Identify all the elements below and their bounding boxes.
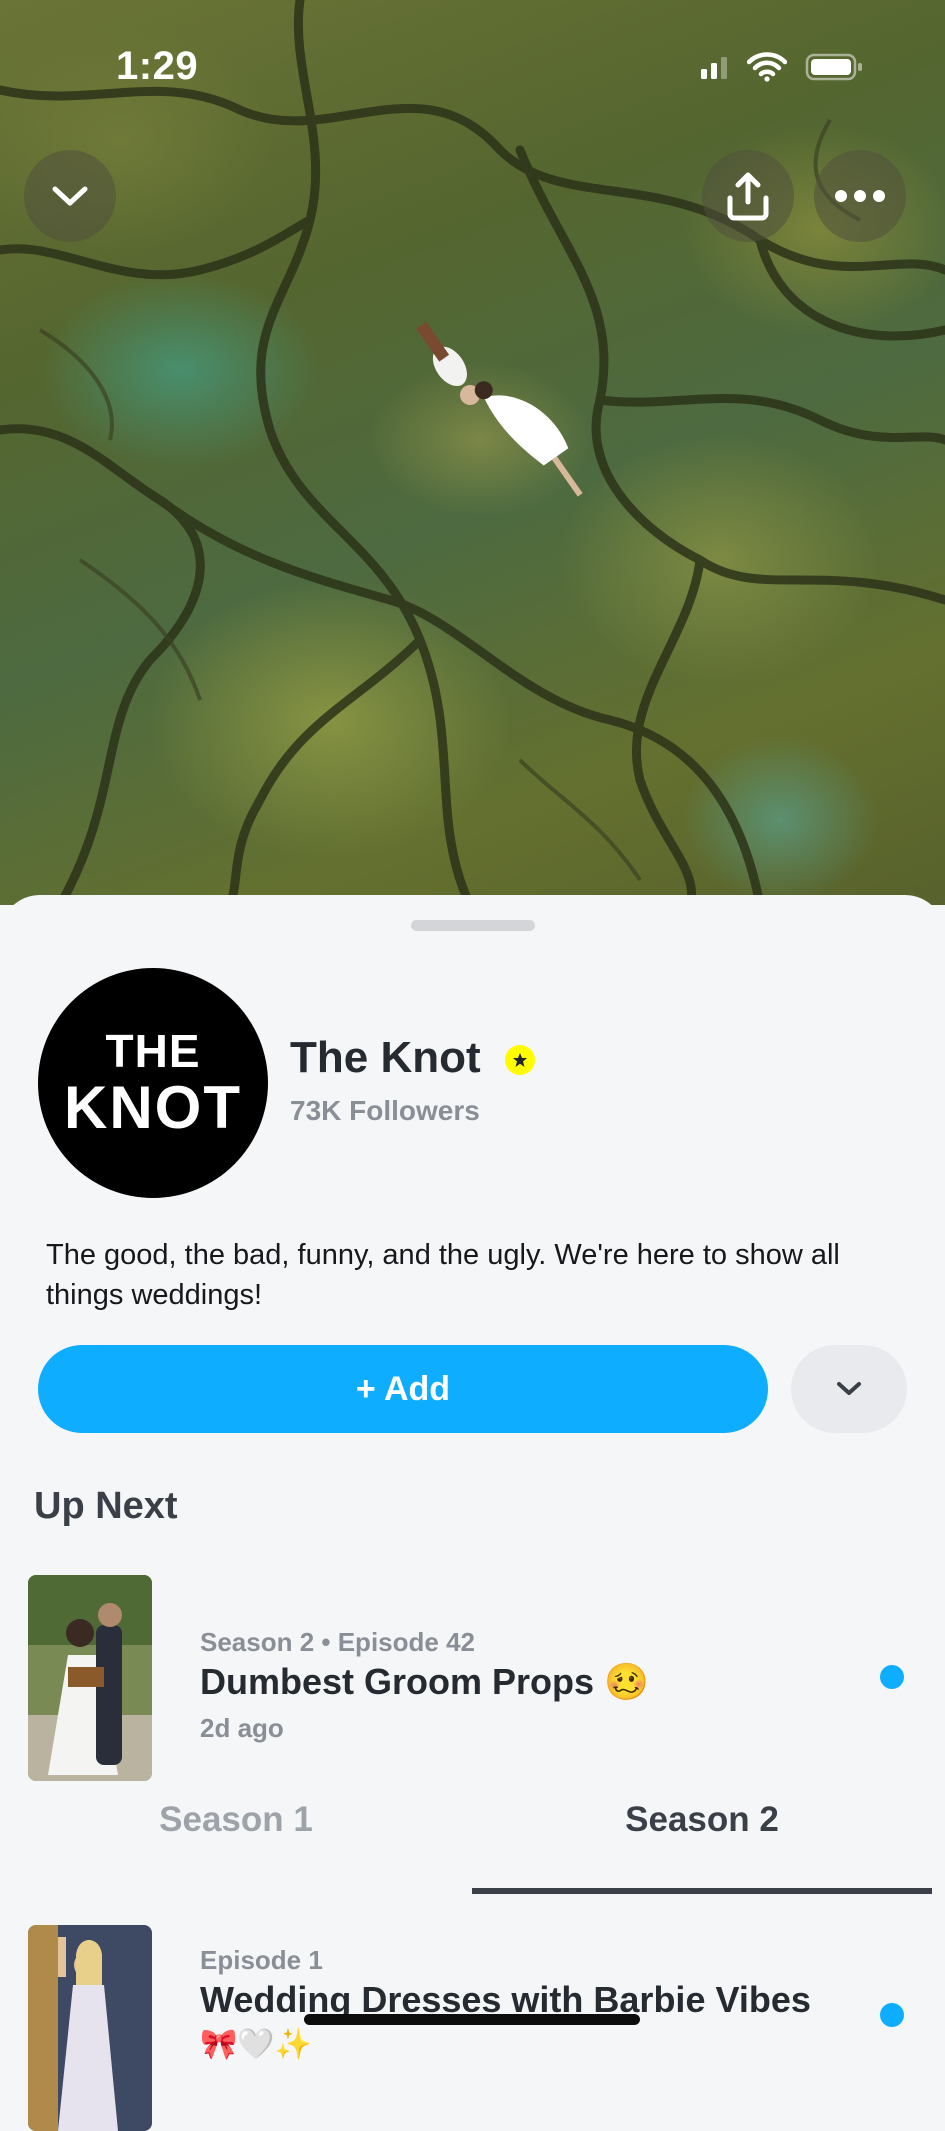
aerial-rock-texture <box>0 0 945 905</box>
episode-meta: Season 2 • Episode 42 <box>200 1627 475 1657</box>
add-button-label: + Add <box>355 1369 451 1408</box>
episode-title: Dumbest Groom Props 🥴 <box>200 1661 649 1702</box>
episode-meta: Episode 1 <box>200 1945 323 1975</box>
sheet-grabber[interactable] <box>411 920 535 931</box>
hero-image <box>0 0 945 905</box>
home-indicator[interactable] <box>304 2014 640 2025</box>
followers-count: 73K Followers <box>290 1095 480 1126</box>
cellular-signal-icon <box>701 57 727 79</box>
share-button[interactable] <box>702 150 794 242</box>
episode-subtitle: 🎀🤍✨ <box>200 2028 313 2061</box>
more-icon <box>835 190 885 202</box>
battery-icon <box>805 53 862 81</box>
tab-season-1[interactable]: Season 1 <box>0 1800 472 1880</box>
more-options-dropdown[interactable] <box>791 1345 907 1433</box>
more-button[interactable] <box>814 150 906 242</box>
episode-thumbnail <box>28 1925 152 2131</box>
star-icon <box>513 1053 527 1067</box>
logo-line-2: KNOT <box>64 1074 242 1141</box>
episode-age: 2d ago <box>200 1713 284 1743</box>
selected-tab-indicator <box>472 1888 932 1894</box>
add-button[interactable]: + Add <box>38 1345 768 1433</box>
couple-figure <box>416 321 583 497</box>
tab-season-2[interactable]: Season 2 <box>472 1800 932 1880</box>
channel-logo: THE KNOT <box>38 968 268 1198</box>
groom-bride-photo <box>28 1575 152 1781</box>
wifi-icon <box>747 52 787 82</box>
episode-row[interactable]: Episode 1 Wedding Dresses with Barbie Vi… <box>0 1925 945 2131</box>
channel-sheet: THE KNOT The Knot 73K Followers The good… <box>0 895 945 2131</box>
channel-description: The good, the bad, funny, and the ugly. … <box>46 1239 840 1311</box>
verified-badge <box>505 1045 535 1075</box>
up-next-episode[interactable]: Season 2 • Episode 42 Dumbest Groom Prop… <box>0 1575 945 1781</box>
status-time: 1:29 <box>116 44 199 88</box>
up-next-heading: Up Next <box>34 1485 178 1527</box>
chevron-down-icon <box>52 186 88 206</box>
episode-thumbnail <box>28 1575 152 1781</box>
collapse-button[interactable] <box>24 150 116 242</box>
unread-dot <box>880 1665 904 1689</box>
logo-line-1: THE <box>105 1025 201 1077</box>
season-tabs: Season 1 Season 2 <box>0 1800 945 1880</box>
status-bar: 1:29 <box>0 0 945 130</box>
chevron-down-icon <box>837 1382 861 1395</box>
share-icon <box>727 172 769 221</box>
status-icons <box>699 52 865 82</box>
barbie-dress-photo <box>28 1925 152 2131</box>
unread-dot <box>880 2003 904 2027</box>
channel-name: The Knot <box>290 1033 481 1082</box>
